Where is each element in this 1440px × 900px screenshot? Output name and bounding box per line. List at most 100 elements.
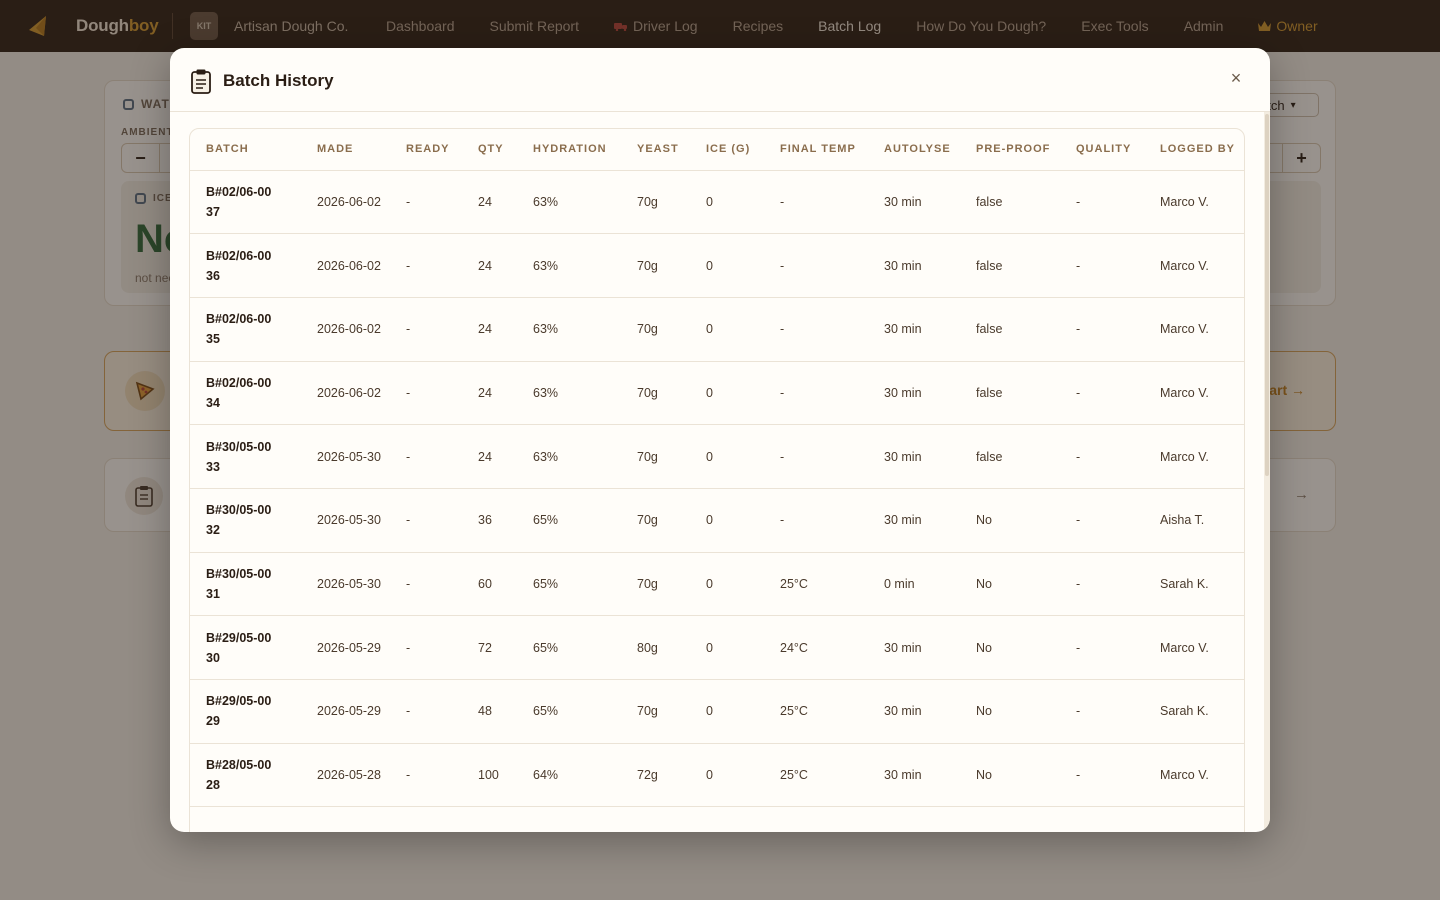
ice-cell: 0 bbox=[706, 488, 780, 553]
final-temp-cell-text: - bbox=[780, 449, 785, 464]
qty-cell-text: 36 bbox=[478, 513, 492, 528]
batch-cell-text: B#02/06-0035 bbox=[206, 312, 272, 347]
pre-proof-cell-text: false bbox=[976, 194, 1003, 209]
pre-proof-cell-text: No bbox=[976, 640, 992, 655]
qty-cell: 24 bbox=[478, 170, 533, 235]
hydration-cell: 63% bbox=[533, 170, 637, 235]
ice-cell-text: 0 bbox=[706, 322, 713, 337]
autolyse-cell-text: 30 min bbox=[884, 385, 922, 400]
close-icon[interactable]: × bbox=[1226, 68, 1246, 88]
column-header-quality[interactable]: Quality bbox=[1076, 129, 1160, 171]
logged-by-cell: Marco V. bbox=[1160, 170, 1245, 235]
batch-cell: B#29/05-0029 bbox=[190, 679, 317, 744]
final-temp-cell: - bbox=[780, 297, 884, 362]
yeast-cell-text: 70g bbox=[637, 576, 658, 591]
final-temp-cell bbox=[780, 806, 884, 832]
table-row[interactable]: B#30/05-0033 2026-05-30 - 24 63% 70g 0 - 30 min f… bbox=[190, 424, 1245, 489]
ice-cell-text: 0 bbox=[706, 385, 713, 400]
qty-cell-text: 100 bbox=[478, 768, 499, 783]
logged-by-cell: Sarah K. bbox=[1160, 552, 1245, 617]
ready-cell: - bbox=[406, 233, 478, 298]
logged-by-cell-text: Marco V. bbox=[1160, 258, 1209, 273]
autolyse-cell: 30 min bbox=[884, 297, 976, 362]
hydration-cell-text: 63% bbox=[533, 449, 559, 464]
table-row[interactable]: B#29/05-0030 2026-05-29 - 72 65% 80g 0 24°C 30 m… bbox=[190, 615, 1245, 680]
quality-cell: - bbox=[1076, 233, 1160, 298]
ice-cell: 0 bbox=[706, 170, 780, 235]
made-cell-text: 2026-06-02 bbox=[317, 385, 381, 400]
column-header-logged-by[interactable]: Logged By bbox=[1160, 129, 1245, 171]
ready-cell-text: - bbox=[406, 385, 411, 400]
modal-scrollbar[interactable] bbox=[1264, 112, 1270, 832]
final-temp-cell: - bbox=[780, 424, 884, 489]
pre-proof-cell: No bbox=[976, 552, 1076, 617]
quality-cell-text: - bbox=[1076, 576, 1081, 591]
quality-cell-text: - bbox=[1076, 640, 1081, 655]
made-cell: 2026-05- bbox=[317, 806, 406, 832]
column-header-hydration[interactable]: Hydration bbox=[533, 129, 637, 171]
table-row[interactable]: B#02/06-0037 2026-06-02 - 24 63% 70g 0 - 30 min f… bbox=[190, 170, 1245, 235]
batch-cell-text: B#29/05-0030 bbox=[206, 630, 272, 665]
column-header-final-temp[interactable]: Final Temp bbox=[780, 129, 884, 171]
pre-proof-cell-text: false bbox=[976, 449, 1003, 464]
ice-cell-text: 0 bbox=[706, 640, 713, 655]
ready-cell: - bbox=[406, 552, 478, 617]
final-temp-cell: 24°C bbox=[780, 615, 884, 680]
made-cell: 2026-05-30 bbox=[317, 552, 406, 617]
column-header-batch[interactable]: Batch bbox=[190, 129, 317, 171]
ready-cell-text: - bbox=[406, 258, 411, 273]
ice-cell-text: 0 bbox=[706, 258, 713, 273]
modal-body[interactable]: Batch Made Ready Qty Hydration Yeast Ice… bbox=[170, 112, 1270, 832]
column-header-autolyse[interactable]: Autolyse bbox=[884, 129, 976, 171]
table-row[interactable]: B#02/06-0036 2026-06-02 - 24 63% 70g 0 - 30 min f… bbox=[190, 233, 1245, 298]
scrollbar-thumb[interactable] bbox=[1265, 114, 1269, 476]
yeast-cell: 70g bbox=[637, 297, 706, 362]
ice-cell: 0 bbox=[706, 297, 780, 362]
column-header-yeast[interactable]: Yeast bbox=[637, 129, 706, 171]
autolyse-cell: 30 min bbox=[884, 361, 976, 426]
logged-by-cell: Marco V. bbox=[1160, 361, 1245, 426]
autolyse-cell-text: 30 min bbox=[884, 194, 922, 209]
column-header-ice[interactable]: Ice (g) bbox=[706, 129, 780, 171]
ice-cell: 0 bbox=[706, 615, 780, 680]
column-header-qty[interactable]: Qty bbox=[478, 129, 533, 171]
batch-history-modal: Batch History × Batch Made Ready Qty Hyd… bbox=[170, 48, 1270, 832]
logged-by-cell: Marco V. bbox=[1160, 743, 1245, 808]
made-cell-text: 2026-05-29 bbox=[317, 704, 381, 719]
made-cell: 2026-06-02 bbox=[317, 297, 406, 362]
hydration-cell: 64% bbox=[533, 743, 637, 808]
hydration-cell-text: 65% bbox=[533, 704, 559, 719]
yeast-cell: 70g bbox=[637, 170, 706, 235]
final-temp-cell: 25°C bbox=[780, 552, 884, 617]
column-header-pre-proof[interactable]: Pre-Proof bbox=[976, 129, 1076, 171]
final-temp-cell: 25°C bbox=[780, 743, 884, 808]
hydration-cell-text: 65% bbox=[533, 576, 559, 591]
logged-by-cell-text: Marco V. bbox=[1160, 194, 1209, 209]
final-temp-cell: - bbox=[780, 361, 884, 426]
table-row[interactable]: B#28/05- 2026-05- bbox=[190, 806, 1245, 832]
batch-cell: B#02/06-0035 bbox=[190, 297, 317, 362]
ready-cell-text: - bbox=[406, 513, 411, 528]
table-row[interactable]: B#30/05-0032 2026-05-30 - 36 65% 70g 0 - 30 min N… bbox=[190, 488, 1245, 553]
batch-cell: B#29/05-0030 bbox=[190, 615, 317, 680]
ready-cell-text: - bbox=[406, 194, 411, 209]
pre-proof-cell: false bbox=[976, 297, 1076, 362]
modal-header: Batch History × bbox=[170, 48, 1270, 112]
logged-by-cell: Marco V. bbox=[1160, 615, 1245, 680]
logged-by-cell: Marco V. bbox=[1160, 424, 1245, 489]
pre-proof-cell-text: No bbox=[976, 513, 992, 528]
logged-by-cell-text: Marco V. bbox=[1160, 385, 1209, 400]
table-row[interactable]: B#02/06-0034 2026-06-02 - 24 63% 70g 0 - 30 min f… bbox=[190, 361, 1245, 426]
table-row[interactable]: B#28/05-0028 2026-05-28 - 100 64% 72g 0 25°C 30 … bbox=[190, 743, 1245, 808]
table-row[interactable]: B#29/05-0029 2026-05-29 - 48 65% 70g 0 25°C 30 m… bbox=[190, 679, 1245, 744]
column-header-ready[interactable]: Ready bbox=[406, 129, 478, 171]
table-row[interactable]: B#02/06-0035 2026-06-02 - 24 63% 70g 0 - 30 min f… bbox=[190, 297, 1245, 362]
final-temp-cell: 25°C bbox=[780, 679, 884, 744]
table-row[interactable]: B#30/05-0031 2026-05-30 - 60 65% 70g 0 25°C 0 mi… bbox=[190, 552, 1245, 617]
yeast-cell-text: 70g bbox=[637, 258, 658, 273]
column-header-made[interactable]: Made bbox=[317, 129, 406, 171]
table-body: B#02/06-0037 2026-06-02 - 24 63% 70g 0 - 30 min f… bbox=[190, 170, 1245, 832]
batch-cell-text: B#02/06-0037 bbox=[206, 184, 272, 219]
qty-cell: 48 bbox=[478, 679, 533, 744]
pre-proof-cell-text: false bbox=[976, 322, 1003, 337]
